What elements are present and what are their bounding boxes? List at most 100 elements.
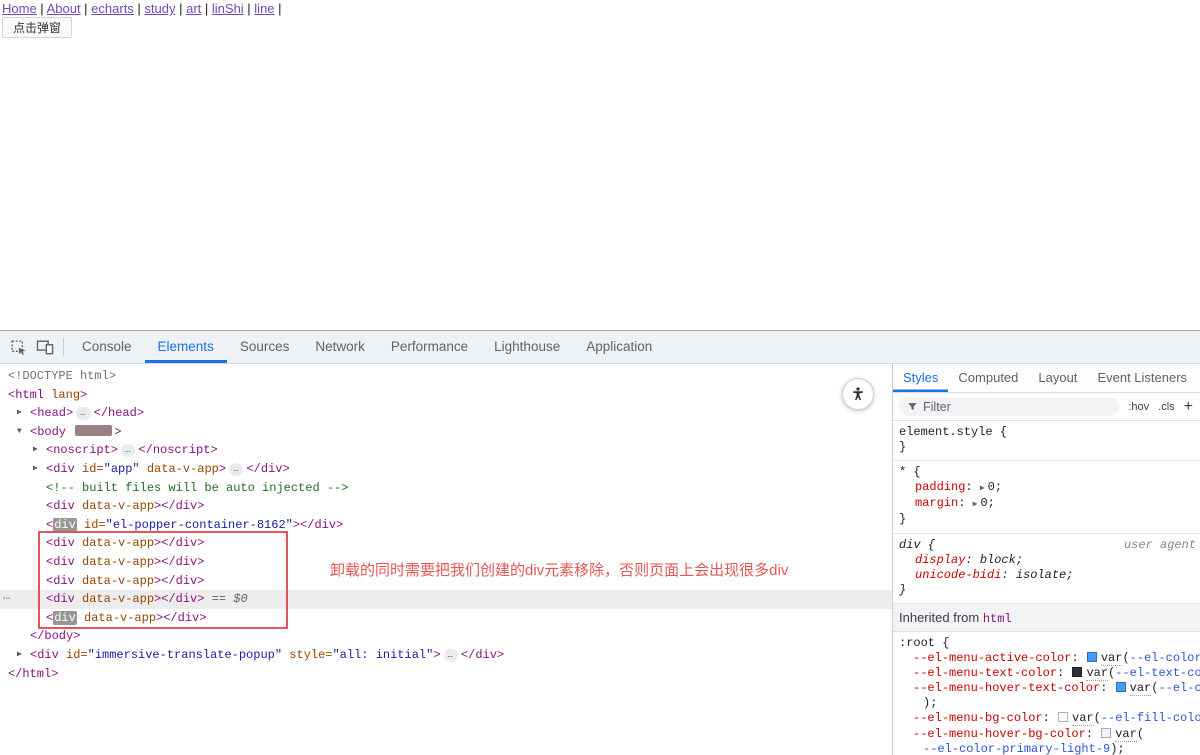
- webpage-viewport: Home | About | echarts | study | art | l…: [0, 0, 1200, 330]
- devtools-tab-sources[interactable]: Sources: [227, 331, 303, 363]
- color-swatch[interactable]: [1101, 728, 1111, 738]
- css-punctuation: :: [1086, 727, 1100, 741]
- css-rule-row[interactable]: :root {: [893, 636, 1200, 651]
- dom-tree-row[interactable]: <div data-v-app></div>: [0, 497, 892, 516]
- popup-button[interactable]: 点击弹窗: [2, 17, 72, 38]
- css-rule-row[interactable]: unicode-bidi: isolate;: [893, 568, 1200, 583]
- dom-tree-row[interactable]: </html>: [0, 665, 892, 684]
- css-rule-row[interactable]: display: block;: [893, 553, 1200, 568]
- dom-tree-row[interactable]: ▶<noscript>…</noscript>: [0, 441, 892, 460]
- search-highlighted-tag: div: [53, 518, 77, 532]
- nav-link-study[interactable]: study: [144, 1, 175, 16]
- dom-tree-row[interactable]: <!-- built files will be auto injected -…: [0, 479, 892, 498]
- css-var-function-link[interactable]: var: [1115, 727, 1137, 742]
- expand-arrow-icon[interactable]: ▶: [17, 646, 22, 665]
- css-rule-row[interactable]: padding: ▶0;: [893, 480, 1200, 496]
- css-var-function-link[interactable]: var: [1072, 711, 1094, 726]
- css-rule-row[interactable]: element.style {: [893, 425, 1200, 440]
- dom-tree-row[interactable]: <div data-v-app></div>: [0, 534, 892, 553]
- collapsed-content-ellipsis[interactable]: …: [229, 463, 243, 476]
- styles-tab-layout[interactable]: Layout: [1028, 364, 1087, 392]
- css-property-value: 0: [988, 480, 995, 494]
- css-rule-row[interactable]: --el-menu-hover-text-color: var(--el-col…: [893, 681, 1200, 696]
- css-property-value: isolate: [1016, 568, 1066, 582]
- code-token: </div>: [246, 462, 289, 476]
- css-rule-row[interactable]: user agentdiv {: [893, 538, 1200, 553]
- dom-tree-row[interactable]: <div id="el-popper-container-8162"></div…: [0, 516, 892, 535]
- css-rule-row[interactable]: --el-menu-active-color: var(--el-color-p…: [893, 651, 1200, 666]
- css-rule-row[interactable]: }: [893, 512, 1200, 527]
- css-var-function-link[interactable]: var: [1101, 651, 1123, 666]
- code-token: >: [219, 462, 226, 476]
- code-token: </html>: [8, 667, 58, 681]
- css-var-function-link[interactable]: var: [1130, 681, 1152, 696]
- nav-link-linshi[interactable]: linShi: [212, 1, 244, 16]
- styles-filter-input[interactable]: Filter: [899, 397, 1119, 416]
- expand-arrow-icon[interactable]: ▼: [17, 423, 22, 442]
- color-swatch[interactable]: [1087, 652, 1097, 662]
- css-rule-row[interactable]: );: [893, 696, 1200, 711]
- device-toolbar-icon[interactable]: [36, 338, 54, 356]
- css-rule-row[interactable]: }: [893, 440, 1200, 455]
- css-rule-row[interactable]: }: [893, 583, 1200, 598]
- nav-link-home[interactable]: Home: [2, 1, 37, 16]
- devtools-tab-application[interactable]: Application: [573, 331, 665, 363]
- code-token: </body>: [30, 629, 80, 643]
- expand-arrow-icon[interactable]: ▶: [33, 460, 38, 479]
- devtools-tab-elements[interactable]: Elements: [145, 331, 227, 363]
- css-rule-row[interactable]: --el-menu-hover-bg-color: var(: [893, 727, 1200, 742]
- color-swatch[interactable]: [1058, 712, 1068, 722]
- row-actions-dots-icon[interactable]: ⋯: [3, 590, 11, 609]
- inherited-node-link[interactable]: html: [983, 612, 1012, 626]
- devtools-tab-network[interactable]: Network: [302, 331, 378, 363]
- css-selector: element.style: [899, 425, 993, 439]
- inspect-element-icon[interactable]: [9, 338, 27, 356]
- dom-tree-row[interactable]: ▶<div id="immersive-translate-popup" sty…: [0, 646, 892, 665]
- color-swatch[interactable]: [1116, 682, 1126, 692]
- dom-tree-row[interactable]: ▶<head>…</head>: [0, 404, 892, 423]
- css-rule-row[interactable]: --el-menu-bg-color: var(--el-fill-color-…: [893, 711, 1200, 726]
- styles-tab-event-listeners[interactable]: Event Listeners: [1087, 364, 1197, 392]
- dom-tree-row[interactable]: </body>: [0, 627, 892, 646]
- collapsed-content-ellipsis[interactable]: …: [444, 649, 458, 662]
- css-rule-row[interactable]: margin: ▶0;: [893, 496, 1200, 512]
- nav-link-art[interactable]: art: [186, 1, 201, 16]
- nav-link-about[interactable]: About: [47, 1, 81, 16]
- css-rule-section: :root {--el-menu-active-color: var(--el-…: [893, 632, 1200, 755]
- css-rule-row[interactable]: --el-color-primary-light-9);: [893, 742, 1200, 755]
- dom-tree-row[interactable]: <!DOCTYPE html>: [0, 367, 892, 386]
- css-rule-row[interactable]: * {: [893, 465, 1200, 480]
- collapsed-content-ellipsis[interactable]: …: [121, 444, 135, 457]
- css-var-function-link[interactable]: var: [1086, 666, 1108, 681]
- toggle-element-state-button[interactable]: :hov: [1128, 401, 1149, 413]
- css-var-name: --el-text-color-: [1115, 666, 1200, 680]
- expand-arrow-icon[interactable]: ▶: [33, 441, 38, 460]
- styles-tab-computed[interactable]: Computed: [948, 364, 1028, 392]
- toggle-classes-button[interactable]: .cls: [1158, 401, 1175, 413]
- comment-token: <!-- built files will be auto injected -…: [46, 481, 348, 495]
- dom-tree-row[interactable]: ▶<div id="app" data-v-app>…</div>: [0, 460, 892, 479]
- styles-tab-styles[interactable]: Styles: [893, 364, 948, 392]
- code-token: ></div>: [154, 499, 204, 513]
- new-style-rule-button[interactable]: +: [1184, 398, 1193, 416]
- nav-link-line[interactable]: line: [254, 1, 274, 16]
- color-swatch[interactable]: [1072, 667, 1082, 677]
- accessibility-widget-button[interactable]: [842, 378, 874, 410]
- devtools-tab-lighthouse[interactable]: Lighthouse: [481, 331, 573, 363]
- expand-arrow-icon[interactable]: ▶: [17, 404, 22, 423]
- dom-tree-row[interactable]: <div data-v-app></div>: [0, 609, 892, 628]
- styles-sidebar-tabs: StylesComputedLayoutEvent Listeners: [893, 364, 1200, 393]
- nav-link-echarts[interactable]: echarts: [91, 1, 134, 16]
- css-punctuation: :: [1001, 568, 1015, 582]
- dom-tree-row[interactable]: ⋯<div data-v-app></div> == $0: [0, 590, 892, 609]
- code-token: ></div>: [156, 611, 206, 625]
- css-rule-row[interactable]: --el-menu-text-color: var(--el-text-colo…: [893, 666, 1200, 681]
- collapsed-content-ellipsis[interactable]: …: [76, 407, 90, 420]
- devtools-tab-performance[interactable]: Performance: [378, 331, 481, 363]
- expand-shorthand-icon: ▶: [980, 484, 985, 493]
- css-punctuation: }: [899, 440, 906, 454]
- devtools-tab-console[interactable]: Console: [69, 331, 145, 363]
- devtools-tabs: ConsoleElementsSourcesNetworkPerformance…: [69, 331, 665, 363]
- dom-tree-row[interactable]: ▼<body >: [0, 423, 892, 442]
- dom-tree-row[interactable]: <html lang>: [0, 386, 892, 405]
